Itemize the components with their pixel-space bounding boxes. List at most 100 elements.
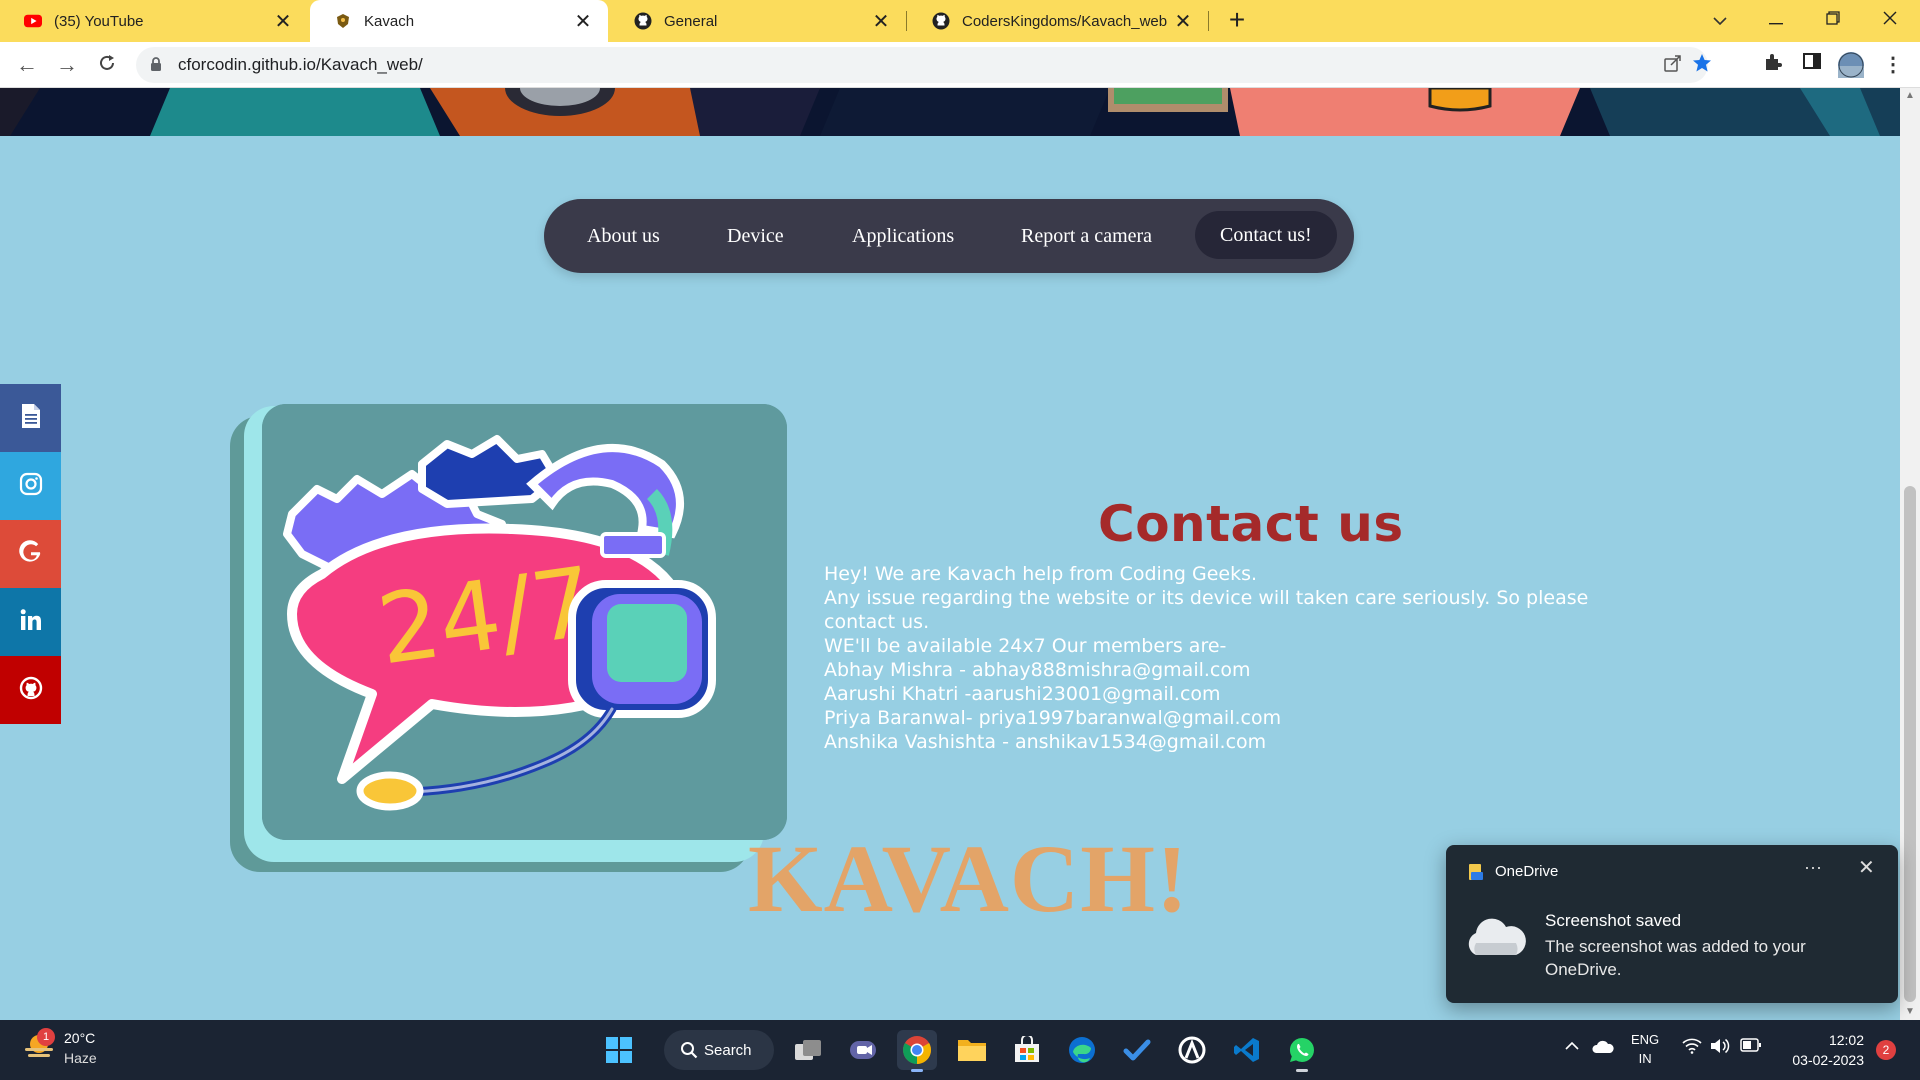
- tab-search-chevron-icon[interactable]: [1692, 0, 1748, 40]
- search-label: Search: [704, 1042, 752, 1059]
- toast-app-name: OneDrive: [1495, 863, 1559, 880]
- language-code: ENG: [1631, 1032, 1660, 1047]
- url-text[interactable]: cforcodin.github.io/Kavach_web/: [178, 55, 423, 75]
- nav-link-about-us[interactable]: About us: [587, 199, 660, 273]
- tab-general[interactable]: General ✕: [610, 0, 906, 42]
- nav-link-applications[interactable]: Applications: [852, 199, 954, 273]
- clock-time: 12:02: [1828, 1032, 1864, 1048]
- support-illustration: 24/7: [262, 404, 787, 840]
- extensions-icon[interactable]: [1760, 52, 1786, 78]
- page-scrollbar[interactable]: ▲ ▼: [1900, 88, 1920, 1020]
- nav-link-contact-us[interactable]: Contact us!: [1195, 211, 1337, 259]
- microsoft-store-icon[interactable]: [1007, 1030, 1047, 1070]
- contact-line: Hey! We are Kavach help from Coding Geek…: [824, 563, 1258, 585]
- active-app-indicator: [911, 1069, 923, 1072]
- file-explorer-icon[interactable]: [952, 1030, 992, 1070]
- social-github-button[interactable]: [0, 656, 61, 724]
- social-document-button[interactable]: [0, 384, 61, 452]
- close-icon[interactable]: ✕: [1858, 855, 1875, 880]
- scroll-thumb[interactable]: [1904, 486, 1916, 1002]
- chrome-menu-icon[interactable]: ⋮: [1880, 52, 1906, 78]
- browser-tab-strip: (35) YouTube ✕ Kavach ✕ General ✕ Coders…: [0, 0, 1920, 42]
- search-icon: [680, 1041, 698, 1064]
- tab-title: CodersKingdoms/Kavach_web: [962, 12, 1168, 30]
- battery-icon[interactable]: [1740, 1038, 1762, 1055]
- windows-taskbar: 1 20°C Haze Search ENG IN 12:02 03-02-20…: [0, 1020, 1920, 1080]
- contact-line: Any issue regarding the website or its d…: [824, 587, 1589, 633]
- toast-title: Screenshot saved: [1545, 911, 1682, 930]
- edge-icon[interactable]: [1062, 1030, 1102, 1070]
- weather-description[interactable]: Haze: [64, 1050, 97, 1066]
- social-instagram-button[interactable]: [0, 452, 61, 520]
- system-clock[interactable]: 12:02 03-02-2023: [1780, 1030, 1864, 1070]
- more-options-icon[interactable]: ···: [1804, 857, 1822, 878]
- github-icon: [19, 676, 43, 705]
- reload-button[interactable]: [92, 50, 122, 80]
- google-icon: [18, 539, 43, 569]
- tab-kavach[interactable]: Kavach ✕: [310, 0, 608, 42]
- browser-toolbar: ← → cforcodin.github.io/Kavach_web/ ⋮: [0, 42, 1920, 88]
- minimize-button[interactable]: [1748, 0, 1804, 40]
- onedrive-notification[interactable]: OneDrive ··· ✕ Screenshot saved The scre…: [1446, 845, 1898, 1003]
- clock-date: 03-02-2023: [1792, 1052, 1864, 1068]
- member-anshika: Anshika Vashishta - anshikav1534@gmail.c…: [824, 731, 1267, 753]
- chrome-taskbar-icon[interactable]: [897, 1030, 937, 1072]
- show-hidden-icons-chevron[interactable]: [1565, 1038, 1579, 1054]
- scroll-up-arrow[interactable]: ▲: [1900, 88, 1920, 104]
- volume-icon[interactable]: [1710, 1038, 1730, 1057]
- close-tab-icon[interactable]: ✕: [572, 9, 594, 34]
- member-priya: Priya Baranwal- priya1997baranwal@gmail.…: [824, 707, 1282, 729]
- todo-icon[interactable]: [1117, 1030, 1157, 1070]
- wifi-icon[interactable]: [1682, 1038, 1702, 1057]
- scroll-down-arrow[interactable]: ▼: [1900, 1004, 1920, 1020]
- bookmark-star-icon[interactable]: [1689, 53, 1715, 79]
- close-window-button[interactable]: [1862, 0, 1918, 40]
- profile-avatar[interactable]: [1838, 52, 1864, 78]
- share-icon[interactable]: [1660, 53, 1686, 79]
- weather-badge: 1: [37, 1028, 55, 1046]
- social-google-button[interactable]: [0, 520, 61, 588]
- close-tab-icon[interactable]: ✕: [870, 9, 892, 34]
- nav-link-device[interactable]: Device: [727, 199, 784, 273]
- address-bar[interactable]: cforcodin.github.io/Kavach_web/: [136, 47, 1711, 83]
- github-icon: [634, 12, 652, 30]
- weather-temperature[interactable]: 20°C: [64, 1030, 95, 1046]
- linkedin-icon: [19, 608, 43, 637]
- member-abhay: Abhay Mishra - abhay888mishra@gmail.com: [824, 659, 1251, 681]
- taskbar-search[interactable]: Search: [664, 1030, 774, 1070]
- main-nav: About us Device Applications Report a ca…: [544, 199, 1354, 273]
- kavach-favicon: [334, 12, 352, 30]
- tab-youtube[interactable]: (35) YouTube ✕: [0, 0, 308, 42]
- running-app-indicator: [1296, 1069, 1308, 1072]
- tab-title: (35) YouTube: [54, 12, 144, 30]
- tab-separator: [906, 11, 907, 31]
- app-icon[interactable]: [1172, 1030, 1212, 1070]
- github-icon: [932, 12, 950, 30]
- notification-count-badge[interactable]: 2: [1876, 1040, 1896, 1060]
- vscode-icon[interactable]: [1227, 1030, 1267, 1070]
- nav-link-report-camera[interactable]: Report a camera: [1021, 199, 1152, 273]
- tab-separator: [1208, 11, 1209, 31]
- whatsapp-icon[interactable]: [1282, 1030, 1322, 1072]
- forward-button[interactable]: →: [52, 50, 82, 80]
- back-button[interactable]: ←: [12, 50, 42, 80]
- contact-heading: Contact us: [1098, 495, 1404, 553]
- tab-coderskingdoms[interactable]: CodersKingdoms/Kavach_web ✕: [908, 0, 1208, 42]
- close-tab-icon[interactable]: ✕: [1172, 9, 1194, 34]
- hero-image-bottom: [0, 88, 1900, 136]
- contact-line: WE'll be available 24x7 Our members are-: [824, 635, 1227, 657]
- youtube-icon: [24, 12, 42, 30]
- new-tab-button[interactable]: +: [1222, 6, 1252, 36]
- close-tab-icon[interactable]: ✕: [272, 9, 294, 34]
- side-panel-icon[interactable]: [1799, 52, 1825, 78]
- tab-title: General: [664, 12, 718, 30]
- social-linkedin-button[interactable]: [0, 588, 61, 656]
- teams-chat-icon[interactable]: [843, 1030, 883, 1070]
- restore-button[interactable]: [1805, 0, 1861, 40]
- onedrive-tray-icon[interactable]: [1592, 1040, 1614, 1057]
- start-button[interactable]: [599, 1030, 639, 1070]
- lock-icon[interactable]: [150, 56, 162, 77]
- contact-text: Hey! We are Kavach help from Coding Geek…: [824, 562, 1624, 754]
- task-view-icon[interactable]: [788, 1030, 828, 1070]
- language-indicator[interactable]: ENG IN: [1631, 1030, 1659, 1068]
